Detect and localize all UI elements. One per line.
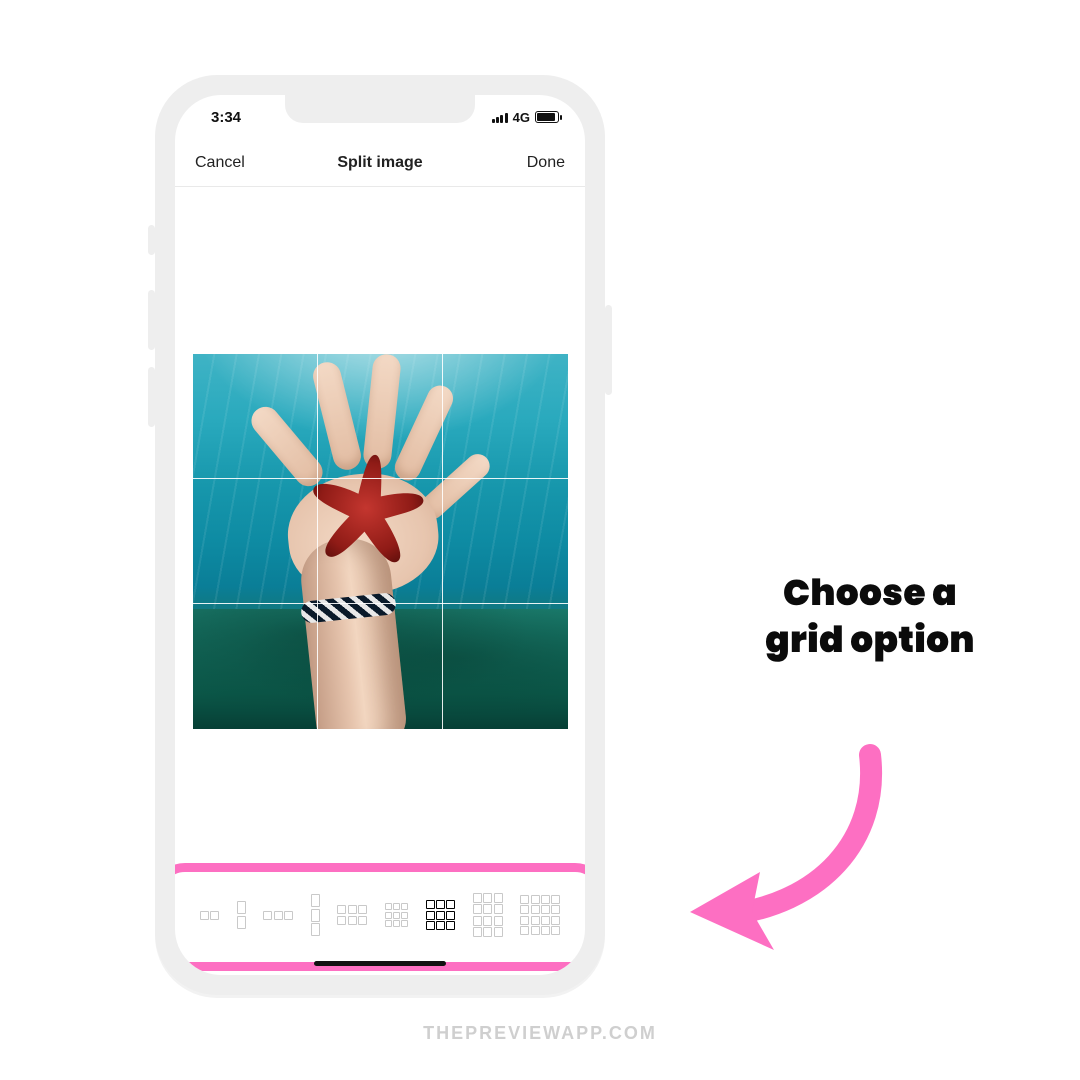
cancel-button[interactable]: Cancel <box>195 154 245 172</box>
phone-screen: 3:34 4G Cancel Split image Done <box>175 95 585 975</box>
phone-side-button <box>148 225 155 255</box>
grid-option-1x3[interactable] <box>263 911 293 920</box>
done-button[interactable]: Done <box>527 154 565 172</box>
image-canvas-area[interactable] <box>175 187 585 875</box>
starfish-icon <box>293 439 438 584</box>
status-right: 4G <box>492 110 559 125</box>
cellular-signal-icon <box>492 112 508 123</box>
battery-icon <box>535 111 559 123</box>
annotation-line1: Choose a <box>720 570 1020 617</box>
phone-mockup-frame: 3:34 4G Cancel Split image Done <box>155 75 605 995</box>
nav-bar: Cancel Split image Done <box>175 139 585 187</box>
preview-image <box>193 354 568 729</box>
grid-option-2x3[interactable] <box>337 905 367 924</box>
grid-option-1x2[interactable] <box>200 911 219 920</box>
grid-option-3x3-small[interactable] <box>385 903 409 927</box>
grid-option-4x4[interactable] <box>520 895 560 935</box>
status-bar: 3:34 4G <box>175 95 585 139</box>
grid-option-2x1[interactable] <box>237 901 246 928</box>
annotation-text: Choose a grid option <box>720 570 1020 664</box>
status-time: 3:34 <box>211 109 241 126</box>
grid-option-4x3[interactable] <box>473 893 503 937</box>
annotation-line2: grid option <box>720 617 1020 664</box>
underwater-photo <box>193 354 568 729</box>
network-type: 4G <box>513 110 530 125</box>
phone-side-button <box>605 305 612 395</box>
grid-option-3x1[interactable] <box>311 894 320 936</box>
grid-options-bar <box>185 883 575 951</box>
annotation-arrow-icon <box>670 740 920 960</box>
phone-side-button <box>148 290 155 350</box>
phone-side-button <box>148 367 155 427</box>
home-indicator <box>314 961 446 966</box>
grid-option-3x3[interactable] <box>426 900 456 930</box>
watermark-text: THEPREVIEWAPP.COM <box>0 1023 1080 1044</box>
